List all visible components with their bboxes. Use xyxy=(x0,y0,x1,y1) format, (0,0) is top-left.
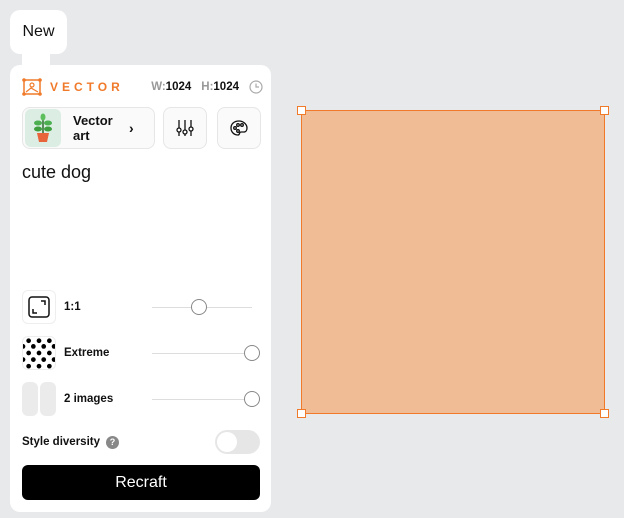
vector-mode-icon xyxy=(22,78,42,96)
canvas-frame[interactable] xyxy=(297,106,609,418)
chevron-right-icon: › xyxy=(129,120,134,136)
style-diversity-toggle[interactable] xyxy=(215,430,260,454)
style-selector-button[interactable]: Vector art › xyxy=(22,107,155,149)
style-diversity-row: Style diversity ? xyxy=(22,430,260,454)
help-icon[interactable]: ? xyxy=(105,435,119,449)
image-count-row: 2 images xyxy=(22,381,260,417)
dots-pattern-icon xyxy=(22,336,56,370)
resize-handle-bottom-left[interactable] xyxy=(297,409,306,418)
plant-thumbnail-icon xyxy=(25,109,61,147)
tab-new[interactable]: New xyxy=(10,10,67,54)
aspect-ratio-label: 1:1 xyxy=(64,301,81,313)
mode-label: VECTOR xyxy=(50,80,124,94)
generation-panel: VECTOR W:1024 H:1024 Vector art › cute d… xyxy=(10,65,271,512)
history-icon[interactable] xyxy=(249,80,263,94)
image-count-label: 2 images xyxy=(64,393,114,405)
slider-knob[interactable] xyxy=(244,391,260,407)
aspect-ratio-row: 1:1 xyxy=(22,289,252,325)
detail-label: Extreme xyxy=(64,347,110,359)
prompt-input[interactable]: cute dog xyxy=(22,162,91,183)
slider-knob[interactable] xyxy=(191,299,207,315)
width-field[interactable]: W:1024 xyxy=(151,81,191,93)
resize-handle-top-left[interactable] xyxy=(297,106,306,115)
aspect-ratio-icon xyxy=(22,290,56,324)
color-palette-button[interactable] xyxy=(217,107,261,149)
aspect-ratio-slider[interactable] xyxy=(152,299,252,315)
resize-handle-top-right[interactable] xyxy=(600,106,609,115)
detail-row: Extreme xyxy=(22,335,260,371)
sliders-icon xyxy=(176,120,194,136)
detail-slider[interactable] xyxy=(152,345,260,361)
image-count-slider[interactable] xyxy=(152,391,260,407)
recraft-button[interactable]: Recraft xyxy=(22,465,260,500)
two-images-icon xyxy=(22,382,56,416)
style-name: Vector art xyxy=(73,113,113,143)
style-diversity-label: Style diversity xyxy=(22,436,100,448)
tab-label: New xyxy=(22,23,55,40)
resize-handle-bottom-right[interactable] xyxy=(600,409,609,418)
slider-knob[interactable] xyxy=(244,345,260,361)
palette-icon xyxy=(230,120,248,136)
height-field[interactable]: H:1024 xyxy=(201,81,239,93)
adjustments-button[interactable] xyxy=(163,107,207,149)
